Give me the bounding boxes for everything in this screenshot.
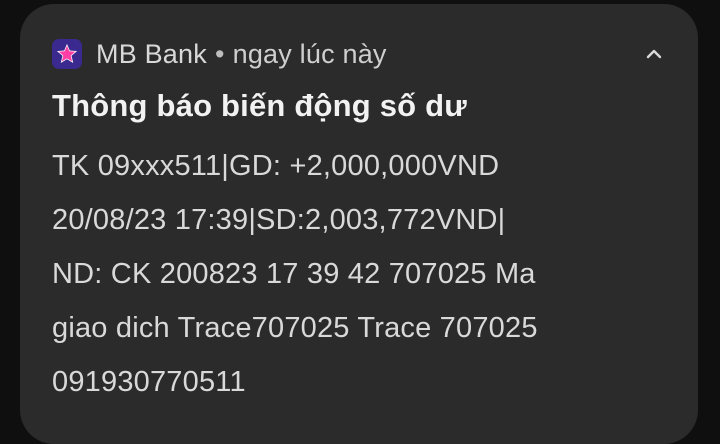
- body-line: 091930770511: [52, 366, 246, 398]
- notification-time: ngay lúc này: [232, 38, 387, 69]
- notification-body: TK 09xxx511|GD: +2,000,000VND 20/08/23 1…: [52, 139, 672, 409]
- collapse-chevron-button[interactable]: [640, 40, 668, 68]
- separator-dot: •: [214, 38, 225, 69]
- body-line: giao dich Trace707025 Trace 707025: [52, 312, 538, 344]
- notification-header: MB Bank • ngay lúc này: [52, 38, 387, 70]
- app-name: MB Bank: [96, 38, 207, 69]
- mb-bank-app-icon: [52, 39, 82, 69]
- notification-title: Thông báo biến động số dư: [52, 88, 467, 123]
- star-icon: [56, 43, 78, 64]
- body-line: 20/08/23 17:39|SD:2,003,772VND|: [52, 204, 506, 236]
- chevron-up-icon: [646, 49, 662, 59]
- body-line: ND: CK 200823 17 39 42 707025 Ma: [52, 258, 536, 290]
- body-line: TK 09xxx511|GD: +2,000,000VND: [52, 150, 500, 182]
